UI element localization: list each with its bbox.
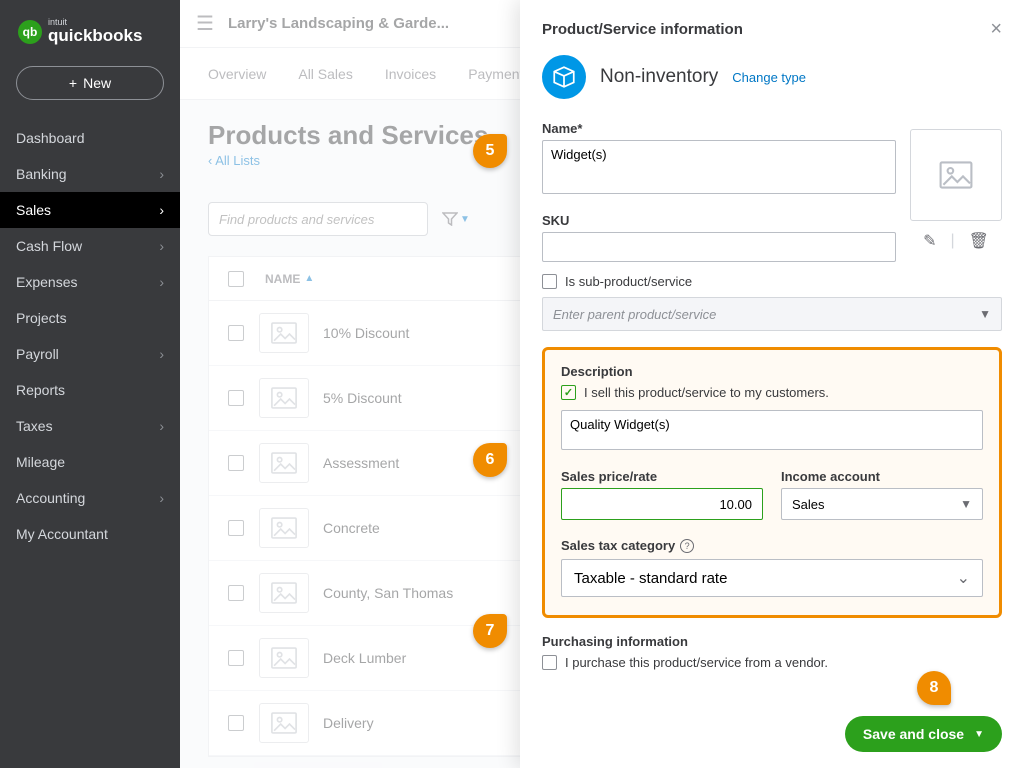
name-label: Name*: [542, 121, 896, 136]
save-and-close-button[interactable]: Save and close ▼: [845, 716, 1002, 752]
nav-label: Dashboard: [16, 130, 85, 146]
name-input[interactable]: [542, 140, 896, 194]
nav-cashflow[interactable]: Cash Flow ›: [0, 228, 180, 264]
chevron-down-icon: ⌄: [957, 568, 970, 588]
nav-banking[interactable]: Banking ›: [0, 156, 180, 192]
sku-input[interactable]: [542, 232, 896, 262]
price-input[interactable]: [561, 488, 763, 520]
step-badge-7: 7: [473, 614, 507, 648]
nav-dashboard[interactable]: Dashboard: [0, 120, 180, 156]
tax-value: Taxable - standard rate: [574, 570, 727, 587]
save-label: Save and close: [863, 726, 964, 742]
nav-taxes[interactable]: Taxes ›: [0, 408, 180, 444]
delete-image-icon[interactable]: 🗑: [969, 231, 989, 251]
nav-sales[interactable]: Sales ›: [0, 192, 180, 228]
sell-label: I sell this product/service to my custom…: [584, 385, 829, 400]
income-label: Income account: [781, 469, 983, 484]
noninventory-icon: [542, 55, 586, 99]
tax-label: Sales tax category: [561, 538, 675, 553]
nav-projects[interactable]: Projects: [0, 300, 180, 336]
nav-reports[interactable]: Reports: [0, 372, 180, 408]
nav-label: Payroll: [16, 346, 59, 362]
nav-label: Banking: [16, 166, 67, 182]
description-label: Description: [561, 364, 983, 379]
purchasing-label: Purchasing information: [542, 634, 1002, 649]
product-panel: Product/Service information × Non-invent…: [520, 0, 1024, 768]
type-label: Non-inventory: [600, 66, 718, 88]
chevron-right-icon: ›: [159, 490, 164, 506]
chevron-right-icon: ›: [159, 238, 164, 254]
nav-expenses[interactable]: Expenses ›: [0, 264, 180, 300]
nav-label: My Accountant: [16, 526, 108, 542]
nav-label: Sales: [16, 202, 51, 218]
change-type-link[interactable]: Change type: [732, 70, 806, 85]
brand-bottom: quickbooks: [48, 27, 142, 46]
nav-label: Taxes: [16, 418, 53, 434]
sub-product-label: Is sub-product/service: [565, 274, 692, 289]
nav-label: Mileage: [16, 454, 65, 470]
nav-label: Cash Flow: [16, 238, 82, 254]
nav-accounting[interactable]: Accounting ›: [0, 480, 180, 516]
edit-image-icon[interactable]: ✎: [923, 231, 936, 251]
chevron-right-icon: ›: [159, 418, 164, 434]
logo: qb intuit quickbooks: [0, 0, 180, 60]
chevron-down-icon: ▼: [960, 497, 972, 511]
nav-label: Projects: [16, 310, 67, 326]
sku-label: SKU: [542, 213, 896, 228]
chevron-right-icon: ›: [159, 202, 164, 218]
step-badge-8: 8: [917, 671, 951, 705]
chevron-right-icon: ›: [159, 274, 164, 290]
step-badge-6: 6: [473, 443, 507, 477]
description-section: Description I sell this product/service …: [542, 347, 1002, 618]
plus-icon: +: [69, 75, 77, 91]
new-button[interactable]: + New: [16, 66, 164, 100]
qb-logo-icon: qb: [18, 20, 42, 44]
nav-payroll[interactable]: Payroll ›: [0, 336, 180, 372]
purchase-label: I purchase this product/service from a v…: [565, 655, 828, 670]
chevron-right-icon: ›: [159, 166, 164, 182]
nav-label: Reports: [16, 382, 65, 398]
sidebar: qb intuit quickbooks + New Dashboard Ban…: [0, 0, 180, 768]
price-label: Sales price/rate: [561, 469, 763, 484]
parent-placeholder: Enter parent product/service: [553, 307, 716, 322]
panel-title: Product/Service information: [542, 21, 743, 38]
income-account-select[interactable]: Sales ▼: [781, 488, 983, 520]
parent-product-select[interactable]: Enter parent product/service ▼: [542, 297, 1002, 331]
description-input[interactable]: [561, 410, 983, 450]
chevron-down-icon: ▼: [974, 729, 984, 740]
step-badge-5: 5: [473, 134, 507, 168]
nav-label: Expenses: [16, 274, 77, 290]
income-value: Sales: [792, 497, 825, 512]
tax-category-select[interactable]: Taxable - standard rate ⌄: [561, 559, 983, 597]
sell-checkbox[interactable]: [561, 385, 576, 400]
nav-label: Accounting: [16, 490, 85, 506]
info-icon[interactable]: ?: [680, 539, 694, 553]
sub-product-checkbox[interactable]: [542, 274, 557, 289]
chevron-down-icon: ▼: [979, 307, 991, 321]
purchase-checkbox[interactable]: [542, 655, 557, 670]
nav-myaccountant[interactable]: My Accountant: [0, 516, 180, 552]
close-icon[interactable]: ×: [990, 18, 1002, 41]
new-button-label: New: [83, 75, 111, 91]
image-placeholder[interactable]: [910, 129, 1002, 221]
chevron-right-icon: ›: [159, 346, 164, 362]
nav-mileage[interactable]: Mileage: [0, 444, 180, 480]
